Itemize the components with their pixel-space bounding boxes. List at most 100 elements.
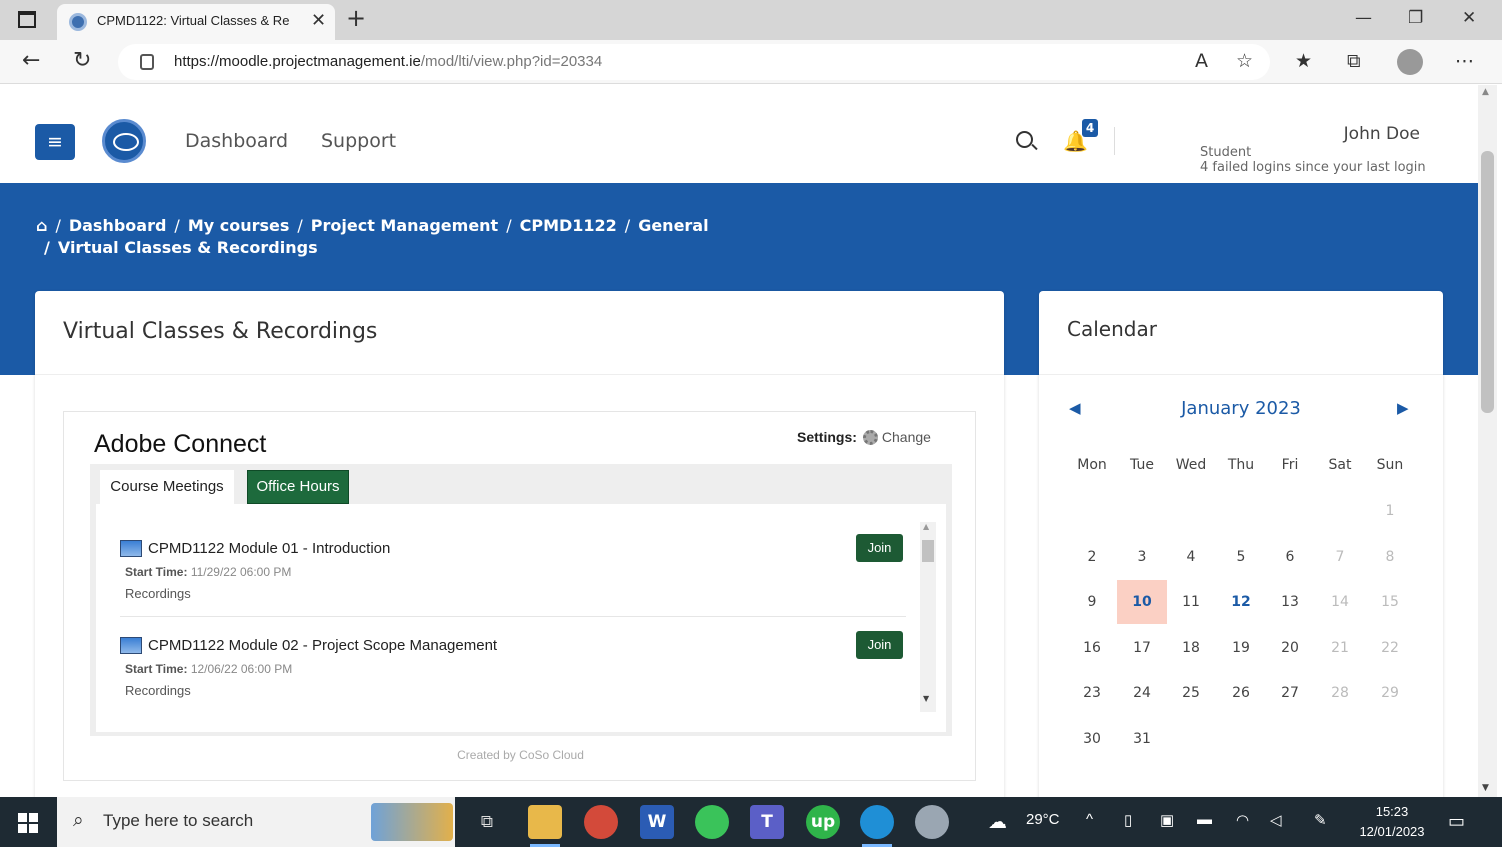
word-icon[interactable]: W bbox=[640, 805, 674, 839]
close-window-button[interactable]: ✕ bbox=[1462, 8, 1476, 28]
breadcrumb-project-management[interactable]: Project Management bbox=[311, 216, 498, 235]
chrome-icon[interactable] bbox=[584, 805, 618, 839]
new-tab-button[interactable]: + bbox=[346, 4, 366, 32]
site-logo-icon[interactable] bbox=[102, 119, 146, 163]
calendar-day[interactable]: 16 bbox=[1067, 626, 1117, 670]
calendar-day[interactable]: 22 bbox=[1365, 626, 1415, 670]
upwork-icon[interactable]: up bbox=[806, 805, 840, 839]
user-name[interactable]: John Doe bbox=[1300, 124, 1420, 144]
add-favorite-icon[interactable]: ☆ bbox=[1236, 50, 1253, 72]
calendar-day[interactable]: 21 bbox=[1315, 626, 1365, 670]
calendar-day[interactable]: 6 bbox=[1265, 535, 1315, 579]
battery-icon[interactable]: ▬ bbox=[1197, 811, 1212, 828]
scrollbar-thumb[interactable] bbox=[922, 540, 934, 562]
join-button[interactable]: Join bbox=[856, 631, 903, 659]
breadcrumb-general[interactable]: General bbox=[638, 216, 708, 235]
tab-course-meetings[interactable]: Course Meetings bbox=[100, 470, 234, 504]
windows-start-icon[interactable] bbox=[18, 813, 38, 833]
calendar-day[interactable]: 26 bbox=[1216, 671, 1266, 715]
calendar-day[interactable]: 7 bbox=[1315, 535, 1365, 579]
change-settings-link[interactable]: Change bbox=[882, 429, 931, 445]
calendar-day[interactable]: 3 bbox=[1117, 535, 1167, 579]
calendar-day[interactable]: 18 bbox=[1166, 626, 1216, 670]
breadcrumb-dashboard[interactable]: Dashboard bbox=[69, 216, 167, 235]
lock-icon[interactable] bbox=[140, 54, 154, 70]
calendar-day[interactable]: 12 bbox=[1216, 580, 1266, 624]
calendar-day[interactable]: 14 bbox=[1315, 580, 1365, 624]
collections-icon[interactable]: ⧉ bbox=[1347, 50, 1361, 72]
calendar-day[interactable]: 11 bbox=[1166, 580, 1216, 624]
window-menu-icon[interactable] bbox=[18, 11, 36, 28]
restore-button[interactable]: ❐ bbox=[1408, 8, 1423, 28]
calendar-day[interactable]: 20 bbox=[1265, 626, 1315, 670]
calendar-month-label[interactable]: January 2023 bbox=[1039, 398, 1443, 419]
calendar-day[interactable]: 4 bbox=[1166, 535, 1216, 579]
menu-toggle-button[interactable]: ≡ bbox=[35, 124, 75, 160]
tray-chevron-up-icon[interactable]: ^ bbox=[1086, 811, 1093, 828]
page-scrollbar-thumb[interactable] bbox=[1481, 151, 1494, 413]
calendar-day[interactable]: 2 bbox=[1067, 535, 1117, 579]
calendar-day[interactable]: 27 bbox=[1265, 671, 1315, 715]
meetings-scrollbar[interactable]: ▲ ▼ bbox=[920, 522, 936, 712]
calendar-day[interactable]: 8 bbox=[1365, 535, 1415, 579]
taskbar-search-box[interactable]: ⌕ Type here to search bbox=[57, 797, 455, 847]
taskbar-clock[interactable]: 15:23 12/01/2023 bbox=[1350, 802, 1434, 842]
read-aloud-icon[interactable]: A bbox=[1195, 50, 1208, 72]
calendar-day[interactable]: 1 bbox=[1365, 489, 1415, 533]
tray-display-icon[interactable]: ▣ bbox=[1160, 811, 1174, 829]
calendar-day[interactable]: 15 bbox=[1365, 580, 1415, 624]
task-view-icon[interactable]: ⧉ bbox=[470, 805, 504, 839]
whatsapp-icon[interactable] bbox=[695, 805, 729, 839]
paint-icon[interactable] bbox=[915, 805, 949, 839]
scroll-down-arrow-icon[interactable]: ▼ bbox=[923, 694, 929, 703]
action-center-icon[interactable]: ▭ bbox=[1448, 811, 1465, 832]
pen-icon[interactable]: ✎ bbox=[1314, 811, 1327, 829]
calendar-day[interactable]: 29 bbox=[1365, 671, 1415, 715]
wifi-icon[interactable]: ◠ bbox=[1236, 811, 1249, 829]
more-menu-icon[interactable]: ⋯ bbox=[1455, 50, 1474, 72]
back-arrow-icon[interactable]: ← bbox=[22, 48, 40, 73]
gear-icon[interactable] bbox=[862, 430, 878, 445]
teams-icon[interactable]: T bbox=[750, 805, 784, 839]
nav-support-link[interactable]: Support bbox=[321, 130, 396, 152]
weather-icon[interactable]: ☁ bbox=[988, 811, 1007, 834]
tab-close-icon[interactable]: ✕ bbox=[311, 10, 326, 31]
calendar-day[interactable]: 13 bbox=[1265, 580, 1315, 624]
weather-temperature[interactable]: 29°C bbox=[1026, 811, 1060, 828]
next-month-arrow-icon[interactable]: ▶ bbox=[1397, 399, 1409, 417]
nav-dashboard-link[interactable]: Dashboard bbox=[185, 130, 288, 152]
tray-device-icon[interactable]: ▯ bbox=[1124, 811, 1132, 829]
calendar-day[interactable]: 28 bbox=[1315, 671, 1365, 715]
calendar-day[interactable]: 19 bbox=[1216, 626, 1266, 670]
calendar-day[interactable]: 25 bbox=[1166, 671, 1216, 715]
calendar-day[interactable]: 9 bbox=[1067, 580, 1117, 624]
breadcrumb-course-code[interactable]: CPMD1122 bbox=[520, 216, 617, 235]
recordings-link[interactable]: Recordings bbox=[125, 586, 191, 601]
calendar-day[interactable]: 30 bbox=[1067, 717, 1117, 761]
page-scrollbar[interactable]: ▲ ▼ bbox=[1478, 85, 1497, 797]
browser-tab-active[interactable]: CPMD1122: Virtual Classes & Re ✕ bbox=[57, 4, 335, 40]
url-text[interactable]: https://moodle.projectmanagement.ie/mod/… bbox=[174, 53, 602, 70]
profile-avatar-icon[interactable] bbox=[1397, 49, 1423, 75]
scroll-up-arrow-icon[interactable]: ▲ bbox=[923, 522, 929, 531]
reload-icon[interactable]: ↻ bbox=[73, 48, 91, 73]
url-field[interactable]: https://moodle.projectmanagement.ie/mod/… bbox=[118, 44, 1270, 80]
coso-cloud-link[interactable]: CoSo Cloud bbox=[519, 748, 584, 762]
home-icon[interactable]: ⌂ bbox=[36, 216, 47, 235]
page-scroll-down-icon[interactable]: ▼ bbox=[1482, 783, 1489, 793]
calendar-day[interactable]: 31 bbox=[1117, 717, 1167, 761]
edge-icon[interactable] bbox=[860, 805, 894, 847]
file-explorer-icon[interactable] bbox=[528, 805, 562, 847]
minimize-button[interactable]: — bbox=[1355, 8, 1372, 28]
calendar-day-today[interactable]: 10 bbox=[1117, 580, 1167, 625]
calendar-day[interactable]: 24 bbox=[1117, 671, 1167, 715]
join-button[interactable]: Join bbox=[856, 534, 903, 562]
recordings-link[interactable]: Recordings bbox=[125, 683, 191, 698]
breadcrumb-current[interactable]: Virtual Classes & Recordings bbox=[58, 238, 318, 257]
calendar-day[interactable]: 17 bbox=[1117, 626, 1167, 670]
page-scroll-up-icon[interactable]: ▲ bbox=[1482, 87, 1489, 97]
favorites-icon[interactable]: ★ bbox=[1295, 50, 1312, 72]
calendar-day[interactable]: 5 bbox=[1216, 535, 1266, 579]
volume-icon[interactable]: ◁ bbox=[1270, 811, 1282, 829]
tab-office-hours[interactable]: Office Hours bbox=[247, 470, 349, 504]
